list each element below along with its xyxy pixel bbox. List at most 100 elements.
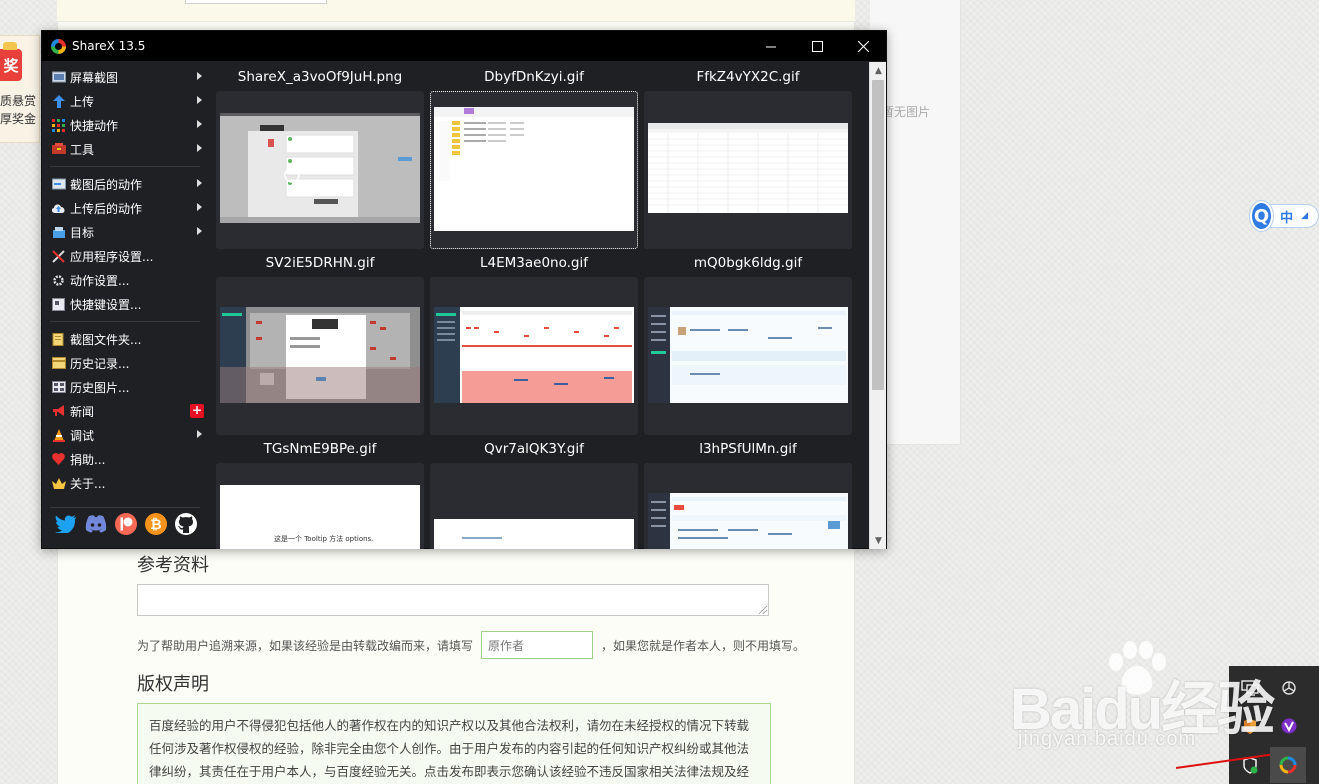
- app-settings-icon: [51, 249, 66, 263]
- menu-separator: [50, 166, 200, 167]
- main-menu: 屏幕截图 上传 快捷动作 工具 截图后的动作 上传后的动作 目标 应用程序设置.…: [42, 65, 208, 495]
- submenu-arrow-icon: [197, 227, 202, 235]
- menu-label: 新闻: [70, 404, 95, 419]
- menu-item-destinations[interactable]: 目标: [42, 220, 208, 244]
- thumbnail-item[interactable]: TGsNmE9BPe.gif 这是一个 Tooltip 方法 options.: [216, 435, 424, 549]
- social-links: ₿: [54, 512, 198, 536]
- menu-label: 目标: [70, 225, 95, 240]
- menu-label: 工具: [70, 142, 95, 157]
- screenshot-icon: [51, 71, 66, 84]
- close-button[interactable]: [840, 31, 886, 61]
- bitcoin-icon[interactable]: ₿: [144, 512, 168, 536]
- thumbnail-image-selected[interactable]: [430, 91, 638, 249]
- thumbnail-filename: mQ0bgk6ldg.gif: [693, 255, 803, 271]
- vertical-scrollbar[interactable]: ▲ ▼: [869, 62, 886, 549]
- submenu-arrow-icon: [197, 144, 202, 152]
- news-icon: [51, 405, 66, 418]
- menu-label: 快捷动作: [70, 118, 119, 133]
- twitter-icon[interactable]: [54, 512, 78, 536]
- menu-item-debug[interactable]: 调试: [42, 423, 208, 447]
- vpn-tray-icon[interactable]: [1278, 715, 1300, 737]
- thumbnail-item[interactable]: DbyfDnKzyi.gif: [430, 63, 638, 249]
- thumbnail-filename: ShareX_a3voOf9JuH.png: [237, 69, 403, 85]
- sharex-window: ShareX 13.5 屏幕截图 上传 快捷动作 工具 截图后的动作 上传后的动…: [41, 30, 887, 549]
- copyright-notice: 百度经验的用户不得侵犯包括他人的著作权在内的知识产权以及其他合法权利，请勿在未经…: [137, 703, 771, 784]
- menu-item-quick-actions[interactable]: 快捷动作: [42, 113, 208, 137]
- ime-language-toggle[interactable]: 中 ◢: [1267, 204, 1319, 228]
- thumbnail-filename: SV2iE5DRHN.gif: [265, 255, 375, 271]
- history-icon: [51, 357, 66, 370]
- menu-item-screenshots-folder[interactable]: 截图文件夹...: [42, 327, 208, 351]
- scrollbar-thumb[interactable]: [872, 80, 884, 390]
- security-shield-icon[interactable]: [1239, 715, 1261, 737]
- thumbnail-filename: FfkZ4vYX2C.gif: [696, 69, 800, 85]
- discord-icon[interactable]: [84, 512, 108, 536]
- thumbnail-item[interactable]: l3hPSfUlMn.gif: [644, 435, 852, 549]
- original-author-input[interactable]: 原作者: [481, 631, 594, 659]
- thumbnail-image[interactable]: [644, 91, 852, 249]
- thumbnail-item[interactable]: mQ0bgk6ldg.gif: [644, 249, 852, 435]
- thumbnail-item[interactable]: L4EM3ae0no.gif: [430, 249, 638, 435]
- thumbnail-image[interactable]: [644, 277, 852, 435]
- close-icon: [857, 40, 869, 52]
- menu-label: 捐助...: [70, 452, 106, 467]
- menu-item-about[interactable]: 关于...: [42, 471, 208, 495]
- menu-item-screenshot[interactable]: 屏幕截图: [42, 65, 208, 89]
- menu-label: 动作设置...: [70, 273, 130, 288]
- thumbnail-filename: Qvr7alQK3Y.gif: [484, 441, 584, 457]
- submenu-arrow-icon: [197, 179, 202, 187]
- menu-label: 历史图片...: [70, 380, 130, 395]
- thumbnail-item[interactable]: FfkZ4vYX2C.gif: [644, 63, 852, 249]
- sharex-tray-icon[interactable]: [1270, 747, 1306, 783]
- minimize-button[interactable]: [748, 31, 794, 61]
- title-bar[interactable]: ShareX 13.5: [42, 31, 886, 61]
- ime-toolbar[interactable]: Q 中 ◢: [1250, 201, 1319, 231]
- system-tray-overflow: [1229, 666, 1319, 784]
- menu-item-after-capture[interactable]: 截图后的动作: [42, 172, 208, 196]
- patreon-icon[interactable]: [114, 512, 138, 536]
- task-settings-icon: [51, 274, 66, 287]
- tools-icon: [51, 143, 66, 156]
- menu-item-image-history[interactable]: 历史图片...: [42, 375, 208, 399]
- page-top-input[interactable]: [185, 0, 327, 4]
- thumbnail-item[interactable]: SV2iE5DRHN.gif: [216, 249, 424, 435]
- menu-label: 屏幕截图: [70, 70, 119, 85]
- reference-textarea[interactable]: [137, 584, 769, 616]
- menu-item-hotkey-settings[interactable]: 快捷键设置...: [42, 292, 208, 316]
- thumbnail-image[interactable]: 这是一个 Tooltip 方法 options.: [216, 463, 424, 549]
- news-badge: +: [190, 403, 204, 418]
- after-capture-icon: [51, 178, 66, 191]
- about-icon: [51, 477, 66, 490]
- app-tray-icon[interactable]: [1278, 677, 1300, 699]
- thumbnail-image[interactable]: [216, 277, 424, 435]
- thumbnail-filename: l3hPSfUlMn.gif: [699, 441, 797, 457]
- copyright-title: 版权声明: [137, 674, 209, 695]
- maximize-icon: [811, 40, 823, 52]
- menu-item-upload[interactable]: 上传: [42, 89, 208, 113]
- thumbnail-image[interactable]: [430, 277, 638, 435]
- scroll-up-icon[interactable]: ▲: [870, 62, 887, 79]
- ime-logo-icon[interactable]: Q: [1250, 201, 1274, 231]
- after-upload-icon: [51, 202, 66, 215]
- menu-item-tools[interactable]: 工具: [42, 137, 208, 161]
- github-icon[interactable]: [174, 512, 198, 536]
- thumbnail-image[interactable]: [644, 463, 852, 549]
- sharex-logo-icon: [51, 38, 66, 54]
- scroll-down-icon[interactable]: ▼: [870, 532, 887, 549]
- reward-widget[interactable]: 奖 质悬赏 厚奖金: [0, 35, 40, 143]
- menu-item-donate[interactable]: 捐助...: [42, 447, 208, 471]
- thumbnail-preview: 这是一个 Tooltip 方法 options.: [220, 485, 420, 549]
- network-icon[interactable]: [1239, 677, 1261, 699]
- thumbnail-image[interactable]: [430, 463, 638, 549]
- menu-item-task-settings[interactable]: 动作设置...: [42, 268, 208, 292]
- menu-label: 关于...: [70, 476, 106, 491]
- thumbnail-item[interactable]: ShareX_a3voOf9JuH.png: [216, 63, 424, 249]
- thumbnail-image[interactable]: [216, 91, 424, 249]
- menu-item-app-settings[interactable]: 应用程序设置...: [42, 244, 208, 268]
- quick-actions-icon: [51, 118, 66, 132]
- menu-item-news[interactable]: 新闻 +: [42, 399, 208, 423]
- thumbnail-item[interactable]: Qvr7alQK3Y.gif: [430, 435, 638, 549]
- menu-item-after-upload[interactable]: 上传后的动作: [42, 196, 208, 220]
- maximize-button[interactable]: [794, 31, 840, 61]
- menu-item-history[interactable]: 历史记录...: [42, 351, 208, 375]
